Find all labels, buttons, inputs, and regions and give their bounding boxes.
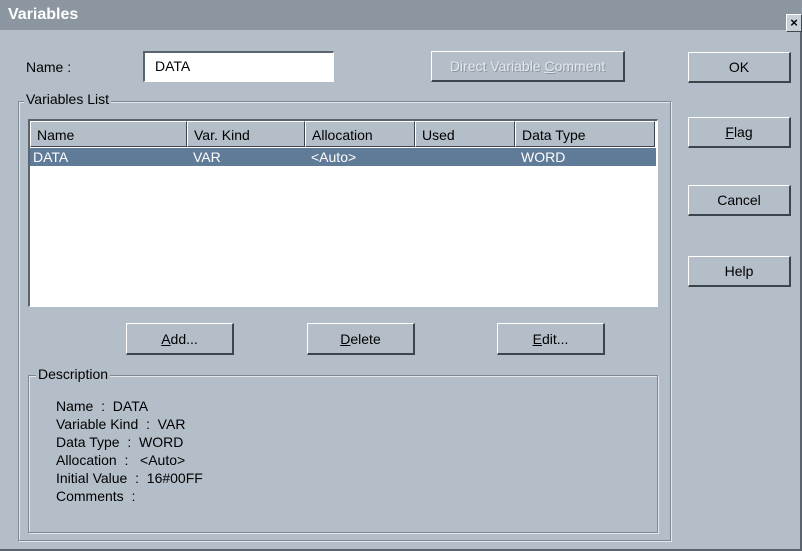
description-initial-value: Initial Value : 16#00FF [56, 470, 203, 486]
cell-allocation: <Auto> [311, 149, 357, 165]
add-button[interactable]: Add... [126, 323, 234, 355]
name-label: Name : [26, 59, 72, 75]
help-button[interactable]: Help [688, 256, 791, 287]
cancel-button[interactable]: Cancel [688, 185, 791, 216]
column-header-var-kind[interactable]: Var. Kind [187, 121, 305, 147]
column-header-used[interactable]: Used [415, 121, 515, 147]
cell-var-kind: VAR [193, 149, 221, 165]
variables-dialog: Variables × Name : DATA Direct Variable … [0, 0, 802, 551]
column-header-allocation[interactable]: Allocation [305, 121, 415, 147]
flag-button[interactable]: Flag [688, 117, 791, 148]
column-header-name[interactable]: Name [30, 121, 187, 147]
edit-button[interactable]: Edit... [497, 323, 605, 355]
description-label: Description [36, 366, 111, 382]
description-comments: Comments : [56, 488, 136, 504]
variables-listview[interactable]: Name Var. Kind Allocation Used Data Type… [28, 119, 658, 307]
variables-list-label: Variables List [24, 91, 112, 107]
description-name: Name : DATA [56, 398, 149, 414]
name-input[interactable]: DATA [143, 51, 334, 82]
column-header-data-type[interactable]: Data Type [515, 121, 655, 147]
dialog-title: Variables [8, 6, 79, 23]
cell-name: DATA [33, 149, 69, 165]
title-bar[interactable]: Variables × [0, 0, 802, 32]
description-allocation: Allocation : <Auto> [56, 452, 186, 468]
ok-button[interactable]: OK [688, 52, 791, 83]
direct-variable-comment-button: Direct Variable Comment [431, 51, 625, 82]
list-header: Name Var. Kind Allocation Used Data Type [30, 121, 656, 147]
delete-button[interactable]: Delete [307, 323, 415, 355]
description-variable-kind: Variable Kind : VAR [56, 416, 186, 432]
cell-data-type: WORD [521, 149, 566, 165]
close-button[interactable]: × [786, 14, 802, 32]
description-data-type: Data Type : WORD [56, 434, 184, 450]
table-row[interactable]: DATA VAR <Auto> WORD [30, 148, 656, 166]
